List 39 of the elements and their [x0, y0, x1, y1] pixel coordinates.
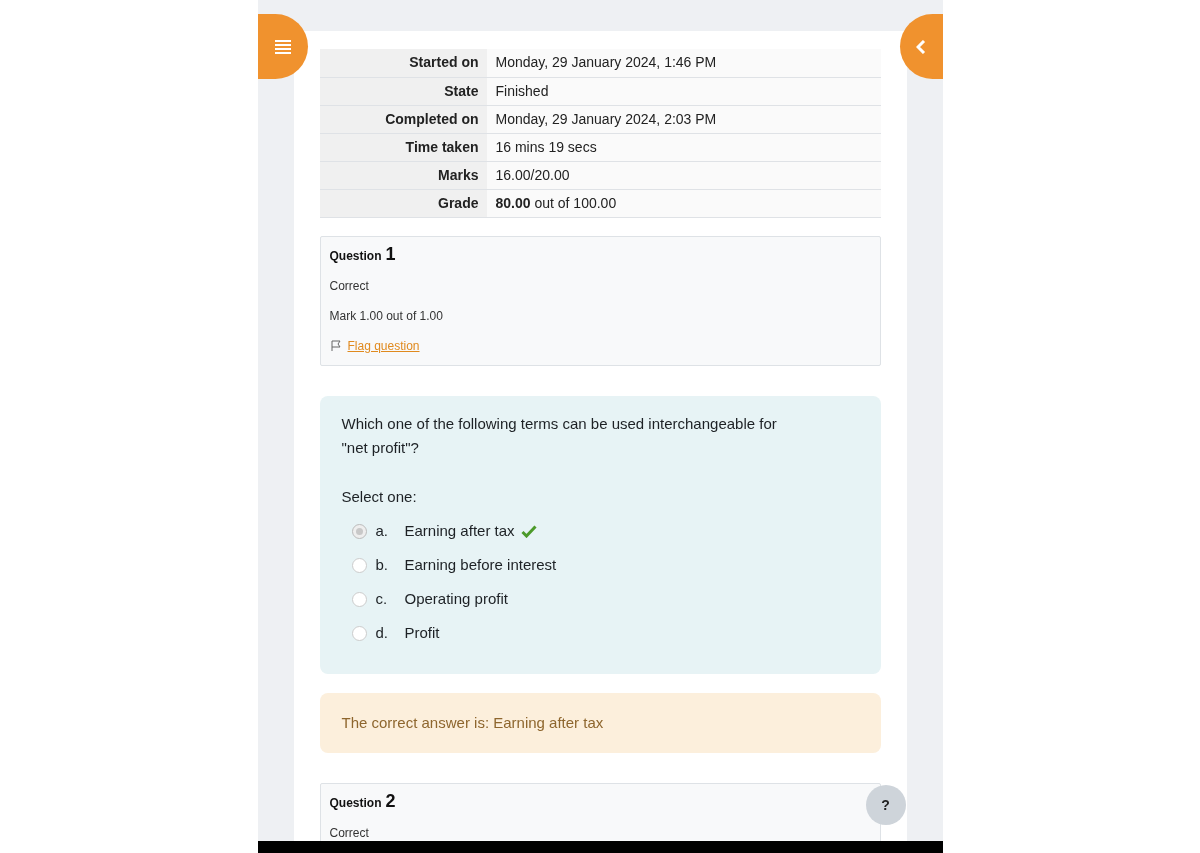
summary-label: Marks: [319, 161, 487, 189]
radio-button[interactable]: [351, 591, 367, 607]
summary-label: Grade: [319, 189, 487, 217]
summary-value: Monday, 29 January 2024, 2:03 PM: [486, 105, 881, 133]
radio-button[interactable]: [351, 523, 367, 539]
question-label: Question: [329, 247, 382, 265]
option-letter: d.: [375, 622, 389, 643]
drawer-toggle-button[interactable]: [257, 14, 308, 79]
question-text: Which one of the following terms can be used interchangeable for "net profit"?: [341, 413, 778, 458]
option-text: Operating profit: [404, 588, 508, 609]
summary-label: Started on: [319, 49, 487, 77]
question-label: Question: [329, 795, 382, 812]
select-label: Select one:: [341, 486, 418, 507]
summary-label: Time taken: [319, 133, 487, 161]
summary-value: 16.00/20.00: [486, 161, 881, 189]
option-text: Earning before interest: [404, 554, 557, 575]
option-letter: b.: [375, 554, 389, 575]
summary-value: Monday, 29 January 2024, 1:46 PM: [486, 49, 881, 77]
radio-button[interactable]: [351, 625, 367, 641]
correct-answer-text: The correct answer is: Earning after tax: [341, 712, 604, 733]
summary-label: Completed on: [319, 105, 487, 133]
question-number: 2: [385, 792, 396, 810]
summary-value: Finished: [486, 77, 881, 105]
question-number: 1: [385, 244, 396, 263]
question-status: Correct: [329, 825, 370, 842]
option-text: Earning after tax: [404, 520, 515, 541]
option-letter: c.: [375, 588, 389, 609]
option-letter: a.: [375, 520, 389, 541]
summary-value: 80.00 out of 100.00: [486, 189, 881, 217]
question-mark: Mark 1.00 out of 1.00: [329, 307, 444, 325]
chevron-left-icon: [916, 39, 926, 54]
question-status: Correct: [329, 277, 370, 295]
summary-value: 16 mins 19 secs: [486, 133, 881, 161]
flag-icon: [329, 339, 342, 352]
list-icon: [273, 39, 292, 54]
option-text: Profit: [404, 622, 440, 643]
summary-label: State: [319, 77, 487, 105]
radio-button[interactable]: [351, 557, 367, 573]
collapse-button[interactable]: [899, 14, 943, 79]
